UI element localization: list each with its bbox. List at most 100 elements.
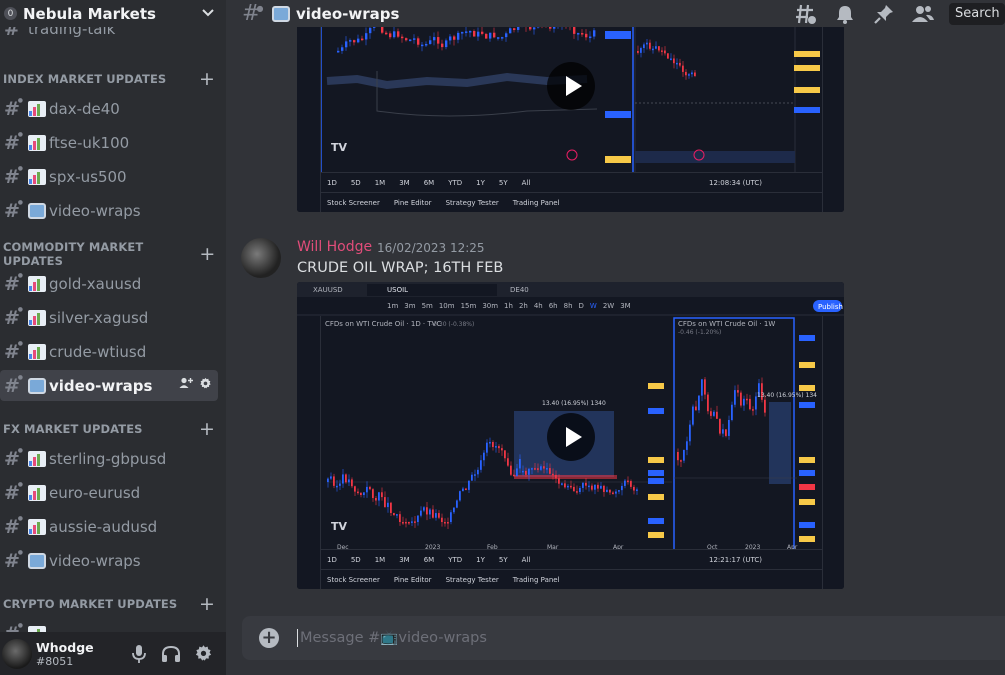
add-channel-icon[interactable]: + xyxy=(198,420,216,439)
channel-video-wraps-fx[interactable]: # ● video-wraps xyxy=(0,545,218,576)
candle-body xyxy=(636,489,638,491)
channel-trading-talk[interactable]: # trading-talk xyxy=(0,27,218,44)
chart-tab[interactable]: DE40 xyxy=(510,286,529,294)
member-list-icon[interactable] xyxy=(910,1,935,26)
pin-icon[interactable] xyxy=(871,1,896,26)
candle-body xyxy=(465,488,467,491)
publish-button[interactable]: Publish xyxy=(818,303,843,311)
text-caret xyxy=(297,629,298,647)
add-channel-icon[interactable]: + xyxy=(199,245,216,264)
channel-crypto-partial[interactable]: #● xyxy=(0,618,218,632)
candle-body xyxy=(591,485,593,490)
category-label: FX MARKET UPDATES xyxy=(3,422,143,436)
channel-euro-eurusd[interactable]: # ● euro-eurusd xyxy=(0,477,218,508)
chart-tab-active[interactable]: USOIL xyxy=(387,286,408,294)
gear-icon[interactable] xyxy=(199,377,212,394)
microphone-icon[interactable] xyxy=(128,643,150,665)
search-input[interactable]: Search xyxy=(949,2,1005,25)
channel-sterling-gbpusd[interactable]: # ● sterling-gbpusd xyxy=(0,443,218,474)
candle-body xyxy=(670,58,672,60)
candle-body xyxy=(701,379,703,396)
channel-crude-wtiusd[interactable]: # ● crude-wtiusd xyxy=(0,336,218,367)
candle-body xyxy=(522,470,524,473)
candle-body xyxy=(474,474,476,476)
channel-name: gold-xauusd xyxy=(49,274,142,293)
candle-body xyxy=(369,27,372,34)
video-embed-previous[interactable]: TV 1D 5D 1M 3M 6M YTD 1Y 5Y All 12:08:34 (UTC) S… xyxy=(297,27,844,212)
channel-spx-us500[interactable]: # ● spx-us500 xyxy=(0,161,218,192)
avatar[interactable] xyxy=(241,238,281,278)
hash-icon: #● xyxy=(4,514,23,538)
candle-body xyxy=(658,46,660,51)
candle-body xyxy=(561,483,563,485)
candle-body xyxy=(679,62,681,66)
interval-toolbar: 1m 3m 5m 10m 15m 30m 1h 2h 4h 6h 8h D W … xyxy=(387,302,631,310)
category-crypto-market-updates[interactable]: CRYPTO MARKET UPDATES + xyxy=(3,594,216,614)
channel-name: aussie-audusd xyxy=(49,517,158,536)
channel-name: silver-xagusd xyxy=(49,308,149,327)
candle-body xyxy=(525,470,527,475)
candle-body xyxy=(549,468,551,474)
candle-body xyxy=(498,446,500,449)
channel-video-wraps-commodity[interactable]: # ● video-wraps xyxy=(0,370,218,401)
candle-body xyxy=(573,486,575,492)
panel-tabs: Stock Screener Pine Editor Strategy Tester… xyxy=(321,192,822,212)
add-channel-icon[interactable]: + xyxy=(198,70,216,89)
candle-body xyxy=(664,50,666,54)
threads-icon[interactable] xyxy=(793,1,818,26)
channel-gold-xauusd[interactable]: # ● gold-xauusd xyxy=(0,268,218,299)
candle-body xyxy=(387,502,389,508)
candle-body xyxy=(737,390,739,393)
candle-body xyxy=(357,491,359,494)
tv-emoji-icon xyxy=(272,5,290,22)
channel-name: euro-eurusd xyxy=(49,483,141,502)
play-button[interactable] xyxy=(547,413,595,461)
candle-body xyxy=(517,27,520,30)
add-member-icon[interactable] xyxy=(179,377,193,394)
candle-body xyxy=(366,486,368,493)
svg-text:TV: TV xyxy=(331,520,348,533)
candle-body xyxy=(692,406,694,425)
candle-body xyxy=(372,489,374,498)
upload-plus-button[interactable]: + xyxy=(259,628,279,648)
candle-body xyxy=(519,459,521,469)
candle-body xyxy=(493,32,496,38)
candle-body xyxy=(393,31,396,38)
candle-body xyxy=(489,32,492,39)
add-channel-icon[interactable]: + xyxy=(198,595,216,614)
video-embed-crude-oil[interactable]: TV XAUUSD USOIL DE40 1m 3m 5m 10m 15m 30… xyxy=(297,282,844,589)
gear-icon[interactable] xyxy=(192,643,214,665)
channel-silver-xagusd[interactable]: # ● silver-xagusd xyxy=(0,302,218,333)
category-index-market-updates[interactable]: INDEX MARKET UPDATES + xyxy=(3,69,216,89)
play-button[interactable] xyxy=(547,62,595,110)
headphones-icon[interactable] xyxy=(160,643,182,665)
server-header[interactable]: 0 Nebula Markets xyxy=(0,0,226,27)
username: Whodge xyxy=(36,639,94,655)
channel-ftse-uk100[interactable]: # ● ftse-uk100 xyxy=(0,127,218,158)
message-input[interactable] xyxy=(300,630,1005,646)
category-commodity-market-updates[interactable]: COMMODITY MARKET UPDATES + xyxy=(3,240,216,268)
chevron-down-icon[interactable] xyxy=(198,6,218,22)
bell-icon[interactable] xyxy=(832,1,857,26)
message-author[interactable]: Will Hodge xyxy=(297,239,372,255)
candle-body xyxy=(540,466,542,470)
timeframe-bar: 1D 5D 1M 3M 6M YTD 1Y 5Y All 12:08:34 (UTC) xyxy=(321,172,822,192)
channel-header: #● video-wraps Search xyxy=(226,0,1005,27)
candle-body xyxy=(743,398,745,406)
category-fx-market-updates[interactable]: FX MARKET UPDATES + xyxy=(3,419,216,439)
candle-body xyxy=(615,491,617,494)
category-label: COMMODITY MARKET UPDATES xyxy=(3,240,144,268)
channel-video-wraps-index[interactable]: # ● video-wraps xyxy=(0,195,218,226)
avatar[interactable] xyxy=(2,638,32,669)
candle-body xyxy=(749,398,751,410)
chart-emoji-icon xyxy=(28,275,46,292)
candle-body xyxy=(513,28,516,30)
chart-tab[interactable]: XAUUSD xyxy=(313,286,343,294)
candle-body xyxy=(682,65,684,72)
candle-body xyxy=(676,62,678,65)
user-meta[interactable]: Whodge #8051 xyxy=(36,640,128,668)
channel-aussie-audusd[interactable]: # ● aussie-audusd xyxy=(0,511,218,542)
candle-body xyxy=(423,507,425,511)
channel-dax-de40[interactable]: # ● dax-de40 xyxy=(0,93,218,124)
channel-name: video-wraps xyxy=(49,201,141,220)
